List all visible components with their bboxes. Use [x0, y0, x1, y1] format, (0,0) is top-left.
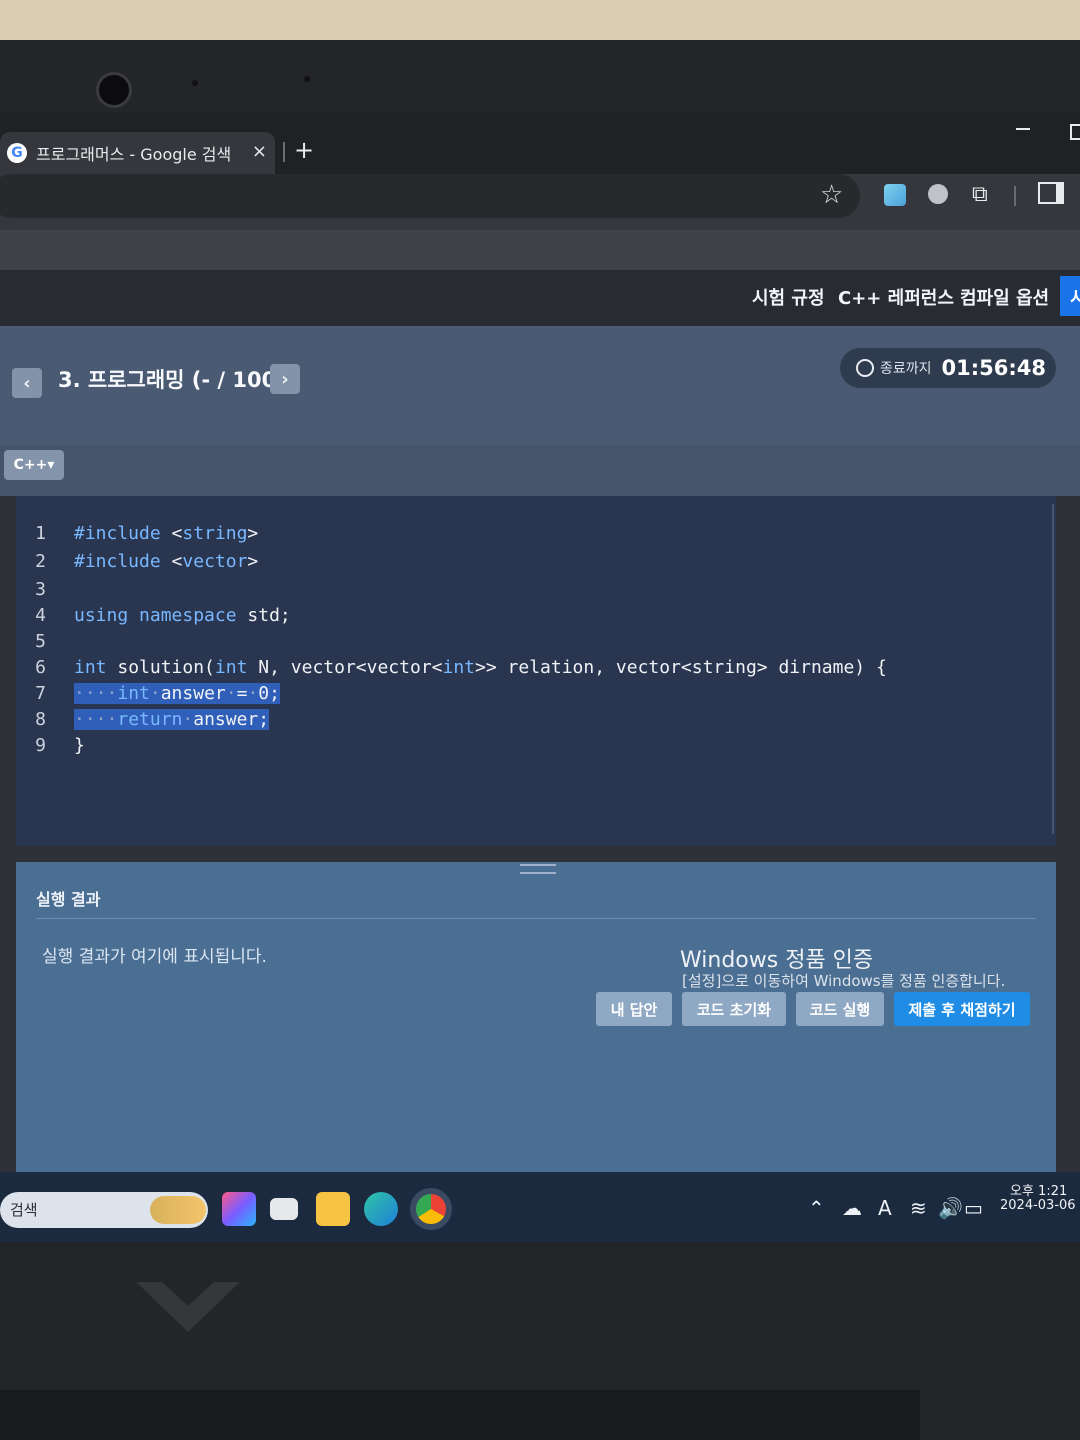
- result-panel: 실행 결과 실행 결과가 여기에 표시됩니다.: [16, 862, 1056, 1222]
- toolbar-divider: [1014, 186, 1016, 206]
- panel-resize-handle[interactable]: [520, 864, 556, 874]
- timer-label: 종료까지: [880, 361, 932, 377]
- code-line: 5: [35, 630, 46, 652]
- ime-indicator[interactable]: A: [878, 1196, 892, 1220]
- speaker-icon[interactable]: 🔊: [938, 1196, 963, 1220]
- exam-rules-link[interactable]: 시험 규정: [752, 284, 825, 310]
- chevron-up-icon[interactable]: ⌃: [808, 1196, 825, 1220]
- next-problem-button[interactable]: ›: [270, 364, 300, 394]
- tab-title: 프로그래머스 - Google 검색: [36, 145, 232, 164]
- code-line: 2 #include < vector >: [35, 550, 259, 572]
- code-line: 9}: [35, 734, 85, 756]
- code-editor[interactable]: 1 #include < string > 2 #include < vector > 3 …: [16, 496, 1056, 846]
- problem-bar: ‹ 3. 프로그래밍 (- / 100) › 종료까지 01:56:48: [0, 326, 1080, 446]
- timer: 종료까지 01:56:48: [840, 348, 1056, 388]
- address-bar[interactable]: [0, 174, 860, 218]
- bookmark-star-icon[interactable]: ☆: [820, 180, 843, 210]
- tab-divider: [283, 142, 285, 162]
- browser-toolbar: ☆ ⧉: [0, 174, 1080, 230]
- clock-icon: [856, 359, 874, 377]
- cloud-icon[interactable]: ☁: [842, 1196, 862, 1220]
- result-title: 실행 결과: [36, 890, 101, 909]
- search-highlight-icon: [150, 1196, 206, 1224]
- language-select[interactable]: C++▾: [4, 450, 64, 480]
- site-header: 시험 규정 C++ 레퍼런스 컴파일 옵션 시: [0, 270, 1080, 326]
- code-line: 6 int solution(int N, vector<vector< int >>…: [35, 656, 887, 678]
- new-tab-button[interactable]: +: [294, 136, 314, 164]
- problem-title: 3. 프로그래밍 (- / 100): [58, 368, 286, 392]
- run-code-button[interactable]: 코드 실행: [796, 992, 884, 1026]
- header-action-button[interactable]: 시: [1060, 276, 1080, 316]
- battery-icon[interactable]: ▭: [964, 1196, 983, 1220]
- sensor-dot: [304, 76, 310, 82]
- submit-button[interactable]: 제출 후 채점하기: [894, 992, 1030, 1026]
- task-view-icon[interactable]: [270, 1198, 298, 1220]
- timer-value: 01:56:48: [941, 356, 1046, 380]
- copilot-icon[interactable]: [222, 1192, 256, 1226]
- sensor-dot: [192, 80, 198, 86]
- extension-icon[interactable]: [884, 184, 906, 206]
- editor-scrollbar[interactable]: [1052, 504, 1054, 834]
- clock-date[interactable]: 2024-03-06: [1000, 1198, 1076, 1213]
- code-line: 3: [35, 578, 46, 600]
- screen: G 프로그래머스 - Google 검색 × + ☆ ⧉ 시험 규정 C++ 레…: [0, 112, 1080, 1242]
- laptop-hinge: [0, 1390, 920, 1440]
- maximize-icon[interactable]: [1070, 124, 1080, 140]
- compile-options-link[interactable]: 컴파일 옵션: [960, 284, 1049, 310]
- clock-time[interactable]: 오후 1:21: [1010, 1180, 1067, 1199]
- side-panel-icon[interactable]: [1038, 182, 1064, 204]
- cpp-reference-link[interactable]: C++ 레퍼런스: [838, 284, 954, 310]
- reset-code-button[interactable]: 코드 초기화: [682, 992, 786, 1026]
- my-answer-button[interactable]: 내 답안: [596, 992, 672, 1026]
- code-line: 1 #include < string >: [35, 522, 259, 544]
- chrome-icon[interactable]: [410, 1188, 452, 1230]
- code-line: 7 ····int·answer·=·0;: [35, 682, 280, 704]
- browser-tabbar: G 프로그래머스 - Google 검색 × +: [0, 112, 1080, 174]
- result-divider: [36, 918, 1036, 919]
- taskbar-search[interactable]: 검색: [0, 1192, 208, 1228]
- minimize-icon[interactable]: [1016, 128, 1030, 130]
- file-explorer-icon[interactable]: [316, 1192, 350, 1226]
- edge-icon[interactable]: [364, 1192, 398, 1226]
- google-icon: G: [7, 143, 27, 163]
- code-line: 4 using namespace std;: [35, 604, 291, 626]
- language-bar: C++▾: [0, 446, 1080, 496]
- close-icon[interactable]: ×: [252, 141, 267, 162]
- wifi-icon[interactable]: ≋: [910, 1196, 927, 1220]
- webcam: [96, 72, 132, 108]
- laptop-logo-inner: [162, 1282, 214, 1306]
- puzzle-extensions-icon[interactable]: ⧉: [972, 182, 988, 207]
- windows-taskbar: 검색 ⌃ ☁ A ≋ 🔊 ▭ 오후 1:21 2024-03-06: [0, 1172, 1080, 1242]
- browser-tab[interactable]: G 프로그래머스 - Google 검색 ×: [0, 132, 275, 174]
- activation-watermark-subtitle: [설정]으로 이동하여 Windows를 정품 인증합니다.: [682, 972, 1006, 990]
- prev-problem-button[interactable]: ‹: [12, 368, 42, 398]
- extension-icon[interactable]: [928, 184, 948, 204]
- code-line: 8 ····return·answer;: [35, 708, 270, 730]
- search-label: 검색: [10, 1201, 38, 1219]
- result-message: 실행 결과가 여기에 표시됩니다.: [42, 947, 267, 967]
